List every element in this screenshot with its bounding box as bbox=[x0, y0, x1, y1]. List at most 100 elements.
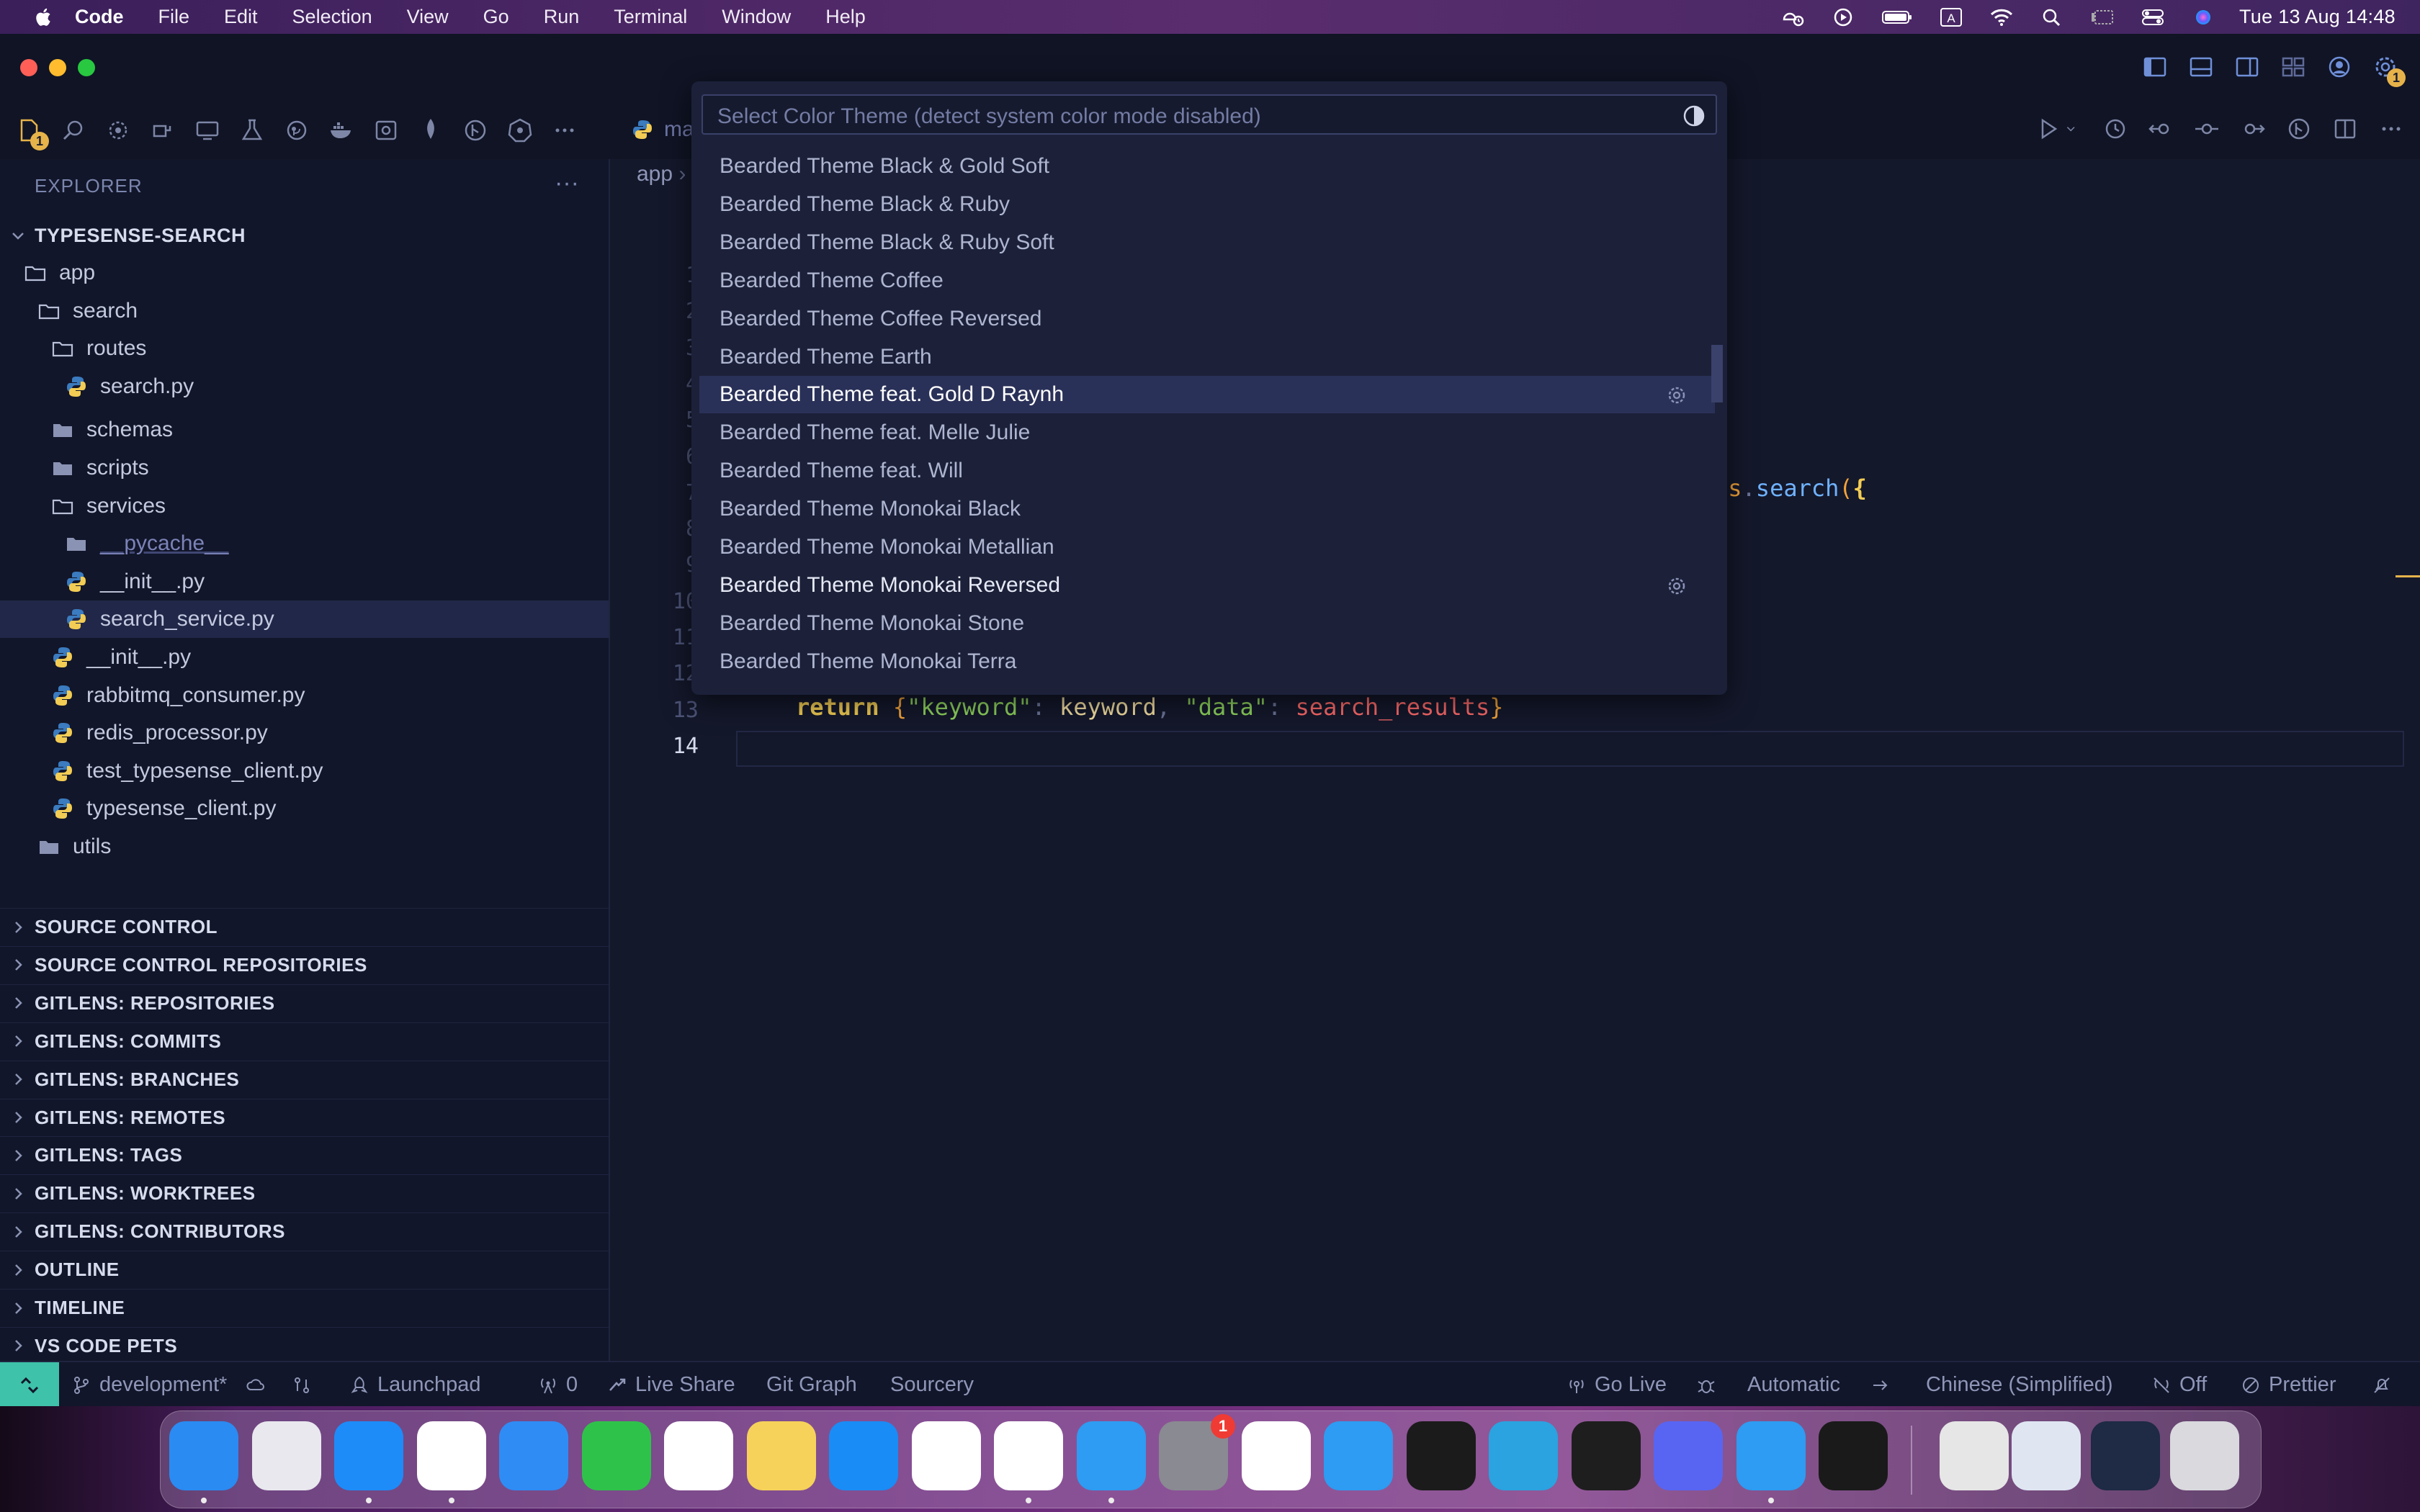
tree-file[interactable]: search_service.py bbox=[0, 600, 609, 639]
dock-app-terminal-icon[interactable] bbox=[1819, 1421, 1888, 1490]
sidebar-section-source-control-repositories[interactable]: SOURCE CONTROL REPOSITORIES bbox=[0, 945, 609, 984]
mongodb-activity-button[interactable] bbox=[416, 116, 445, 145]
tree-folder[interactable]: schemas bbox=[0, 411, 609, 449]
breadcrumb[interactable]: app › bbox=[637, 162, 686, 186]
minimize-window-button[interactable] bbox=[49, 59, 66, 76]
tree-file[interactable]: test_typesense_client.py bbox=[0, 752, 609, 790]
dock-app-finder-icon[interactable] bbox=[169, 1421, 238, 1490]
dock-app-spotify-icon[interactable] bbox=[1406, 1421, 1476, 1490]
sidebar-section-gitlens-contributors[interactable]: GITLENS: CONTRIBUTORS bbox=[0, 1212, 609, 1250]
menu-bar-clock[interactable]: Tue 13 Aug 14:48 bbox=[2239, 6, 2396, 28]
theme-option[interactable]: Bearded Theme Black & Ruby Soft bbox=[699, 224, 1715, 261]
gitlens-activity-button[interactable] bbox=[282, 116, 311, 145]
siri-icon[interactable] bbox=[2189, 6, 2218, 28]
dock-recent-window-icon[interactable] bbox=[2091, 1421, 2160, 1490]
tree-folder[interactable]: scripts bbox=[0, 449, 609, 487]
theme-option[interactable]: Bearded Theme feat. Gold D Raynh bbox=[699, 376, 1715, 414]
menu-edit[interactable]: Edit bbox=[224, 6, 258, 28]
live-share-status[interactable]: Live Share bbox=[606, 1362, 735, 1408]
quick-pick-scrollbar[interactable] bbox=[1711, 345, 1723, 402]
remote-indicator-button[interactable] bbox=[0, 1362, 59, 1408]
tree-file[interactable]: __init__.py bbox=[0, 639, 609, 676]
stage-manager-icon[interactable] bbox=[2088, 6, 2117, 28]
sidebar-section-vs-code-pets[interactable]: VS CODE PETS bbox=[0, 1326, 609, 1364]
sidebar-section-source-control[interactable]: SOURCE CONTROL bbox=[0, 908, 609, 945]
chevron-down-icon[interactable] bbox=[2066, 114, 2083, 143]
dock-app-chrome-icon[interactable] bbox=[416, 1421, 486, 1490]
commit-icon[interactable] bbox=[2192, 114, 2221, 143]
maximize-window-button[interactable] bbox=[78, 59, 95, 76]
notifications-status[interactable] bbox=[2371, 1362, 2400, 1408]
tree-folder[interactable]: utils bbox=[0, 828, 609, 865]
theme-option[interactable]: Bearded Theme Coffee Reversed bbox=[699, 300, 1715, 338]
dock-app-discord-icon[interactable] bbox=[1654, 1421, 1723, 1490]
source-control-activity-button[interactable] bbox=[104, 116, 133, 145]
dock-app-docker-icon[interactable] bbox=[1736, 1421, 1806, 1490]
menu-help[interactable]: Help bbox=[825, 6, 866, 28]
dock-app-telegram-icon[interactable] bbox=[1489, 1421, 1558, 1490]
theme-option[interactable]: Bearded Theme Monokai Stone bbox=[699, 605, 1715, 642]
split-editor-icon[interactable] bbox=[2331, 114, 2360, 143]
git-graph-activity-button[interactable] bbox=[461, 116, 490, 145]
theme-option[interactable]: Bearded Theme Black & Gold Soft bbox=[699, 148, 1715, 185]
dock-app-app-store-icon[interactable] bbox=[829, 1421, 898, 1490]
tree-folder[interactable]: __pycache__ bbox=[0, 525, 609, 562]
theme-option[interactable]: Bearded Theme Monokai Terra bbox=[699, 643, 1715, 680]
dock-app-facetime-icon[interactable] bbox=[581, 1421, 651, 1490]
dock-app-figma-icon[interactable] bbox=[1571, 1421, 1641, 1490]
gitlens-status[interactable] bbox=[291, 1362, 320, 1408]
theme-option[interactable]: Bearded Theme Monokai Black bbox=[699, 490, 1715, 528]
tree-file[interactable]: search.py bbox=[0, 368, 609, 405]
toggle-secondary-sidebar-icon[interactable] bbox=[2233, 53, 2262, 81]
more-actions-icon[interactable] bbox=[2377, 114, 2406, 143]
tree-folder[interactable]: app bbox=[0, 254, 609, 292]
menu-app-name[interactable]: Code bbox=[75, 6, 124, 28]
dock-app-reminders-icon[interactable] bbox=[664, 1421, 733, 1490]
spotlight-search-icon[interactable] bbox=[2038, 6, 2066, 28]
manage-theme-gear-icon[interactable] bbox=[1664, 383, 1689, 408]
run-python-file-icon[interactable] bbox=[2034, 114, 2063, 143]
open-timeline-icon[interactable] bbox=[2100, 114, 2129, 143]
sync-status[interactable] bbox=[245, 1362, 274, 1408]
automatic-status[interactable]: Automatic bbox=[1747, 1362, 1840, 1408]
dock-app-outlook-icon[interactable] bbox=[1241, 1421, 1311, 1490]
sidebar-section-gitlens-remotes[interactable]: GITLENS: REMOTES bbox=[0, 1098, 609, 1136]
previous-change-icon[interactable] bbox=[2146, 114, 2175, 143]
dock-app-slack-icon[interactable] bbox=[911, 1421, 981, 1490]
control-center-icon[interactable] bbox=[2138, 6, 2167, 28]
workspace-root[interactable]: TYPESENSE-SEARCH bbox=[0, 217, 609, 254]
more-activity-button[interactable] bbox=[550, 116, 579, 145]
dock-downloads-stack-icon[interactable] bbox=[1940, 1421, 2009, 1490]
theme-option[interactable]: Bearded Theme Earth bbox=[699, 338, 1715, 376]
tree-file[interactable]: redis_processor.py bbox=[0, 714, 609, 752]
theme-option[interactable]: Bearded Theme feat. Melle Julie bbox=[699, 414, 1715, 451]
sourcery-status[interactable]: Sourcery bbox=[890, 1362, 974, 1408]
play-circle-icon[interactable] bbox=[1829, 6, 1857, 28]
battery-icon[interactable] bbox=[1879, 6, 1915, 28]
git-graph-status[interactable]: Git Graph bbox=[766, 1362, 857, 1408]
sidebar-section-timeline[interactable]: TIMELINE bbox=[0, 1289, 609, 1326]
testing-activity-button[interactable] bbox=[238, 116, 266, 145]
sidebar-section-gitlens-worktrees[interactable]: GITLENS: WORKTREES bbox=[0, 1174, 609, 1212]
dock-app-safari-icon[interactable] bbox=[334, 1421, 403, 1490]
tree-file[interactable]: __init__.py bbox=[0, 563, 609, 600]
customize-layout-icon[interactable] bbox=[2279, 53, 2308, 81]
theme-option[interactable]: Bearded Theme Monokai Metallian bbox=[699, 528, 1715, 566]
extensions-activity-button[interactable] bbox=[148, 116, 177, 145]
menu-go[interactable]: Go bbox=[483, 6, 509, 28]
manage-button[interactable]: 1 bbox=[2371, 53, 2406, 87]
tree-file[interactable]: typesense_client.py bbox=[0, 790, 609, 827]
remote-explorer-activity-button[interactable] bbox=[193, 116, 222, 145]
docker-activity-button[interactable] bbox=[327, 116, 356, 145]
menu-run[interactable]: Run bbox=[544, 6, 580, 28]
database-activity-button[interactable] bbox=[372, 116, 400, 145]
search-activity-button[interactable] bbox=[59, 116, 88, 145]
input-source-icon[interactable]: A bbox=[1937, 6, 1966, 28]
menu-file[interactable]: File bbox=[158, 6, 190, 28]
manage-theme-gear-icon[interactable] bbox=[1664, 574, 1689, 598]
sidebar-section-gitlens-commits[interactable]: GITLENS: COMMITS bbox=[0, 1022, 609, 1060]
go-live-status[interactable]: Go Live bbox=[1566, 1362, 1667, 1408]
menu-selection[interactable]: Selection bbox=[292, 6, 372, 28]
dock-app-vs-code-icon[interactable] bbox=[994, 1421, 1063, 1490]
tree-folder[interactable]: services bbox=[0, 487, 609, 525]
